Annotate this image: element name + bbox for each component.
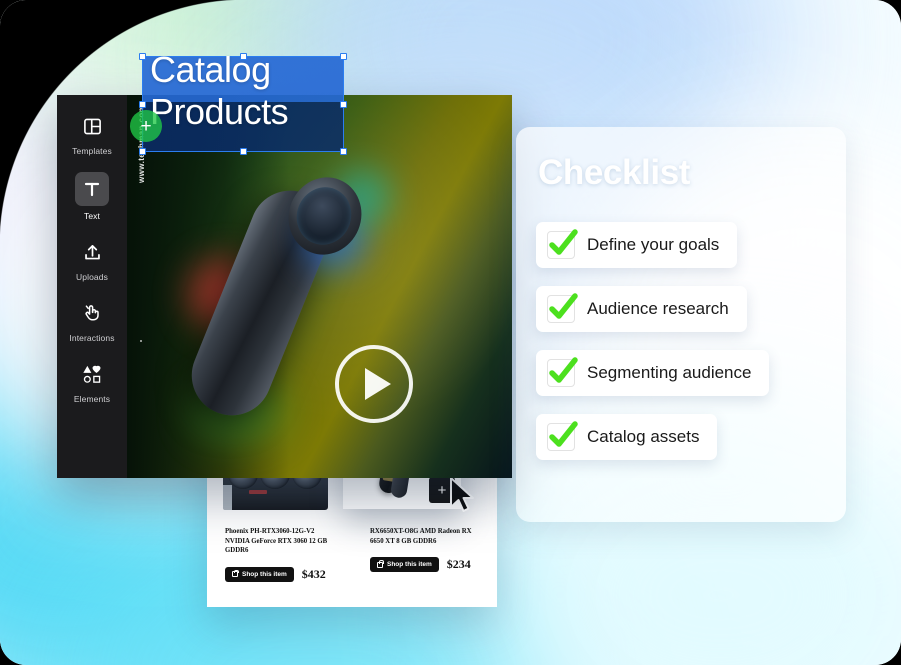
play-icon[interactable] (335, 345, 413, 423)
product-buy-row: Shop this item $432 (225, 566, 352, 582)
product-columns: Phoenix PH-RTX3060-12G-V2 NVIDIA GeForce… (207, 527, 497, 582)
checklist-items: Define your goals Audience research Segm… (536, 222, 828, 478)
checklist-item-label: Define your goals (587, 235, 720, 254)
checkbox[interactable] (547, 421, 578, 451)
checklist-item-label: Catalog assets (587, 427, 700, 446)
product-name: Phoenix PH-RTX3060-12G-V2 NVIDIA GeForce… (225, 528, 328, 554)
checkbox[interactable] (547, 229, 578, 259)
sidebar-label: Elements (73, 394, 111, 404)
product-price: $234 (446, 557, 471, 571)
product-price: $432 (301, 566, 326, 581)
sidebar-label: Interactions (69, 333, 115, 343)
sidebar-item-interactions[interactable]: Interactions (62, 298, 122, 343)
shopping-bag-icon (377, 560, 384, 568)
checklist-panel: Checklist Define your goals Audience res… (516, 127, 846, 522)
checklist-title: Checklist (538, 153, 691, 192)
gpu-bracket (223, 485, 232, 510)
product-column: RX6650XT-O8G AMD Radeon RX 6650 XT 8 GB … (352, 527, 497, 582)
product-name: RX6650XT-O8G AMD Radeon RX 6650 XT 8 GB … (370, 528, 472, 545)
checkmark-icon (549, 357, 578, 383)
checkbox[interactable] (547, 293, 578, 323)
app-stage: vity r facial hair ic 400 Shop this item… (0, 0, 901, 665)
corner-mask-top-left (0, 0, 246, 246)
watermark-dot (140, 340, 142, 342)
sidebar-item-elements[interactable]: Elements (62, 359, 122, 404)
product-buy-row: Shop this item $234 (370, 557, 497, 572)
resize-handle-bottom-right[interactable] (340, 148, 347, 155)
product-column: Phoenix PH-RTX3060-12G-V2 NVIDIA GeForce… (207, 527, 352, 582)
checkmark-icon (549, 421, 578, 447)
checklist-item[interactable]: Audience research (536, 286, 747, 332)
shop-this-item-button[interactable]: Shop this item (225, 566, 294, 582)
resize-handle-top-right[interactable] (340, 53, 347, 60)
checkmark-icon (549, 229, 578, 255)
sidebar-label: Uploads (76, 272, 108, 282)
checklist-item[interactable]: Define your goals (536, 222, 738, 268)
checklist-item-label: Audience research (587, 299, 729, 318)
gpu-accent-stripe (249, 490, 267, 494)
hand-pointer-icon (73, 298, 111, 328)
shapes-icon (73, 359, 111, 389)
shopping-bag-icon (232, 569, 239, 577)
shop-this-item-button[interactable]: Shop this item (370, 557, 439, 572)
checklist-item[interactable]: Catalog assets (536, 414, 718, 460)
resize-handle-middle-right[interactable] (340, 100, 347, 108)
checklist-item[interactable]: Segmenting audience (536, 350, 770, 396)
checkmark-icon (549, 293, 578, 319)
checkbox[interactable] (547, 357, 578, 387)
mouse-cursor-icon (450, 477, 474, 512)
checklist-item-label: Segmenting audience (587, 363, 752, 382)
